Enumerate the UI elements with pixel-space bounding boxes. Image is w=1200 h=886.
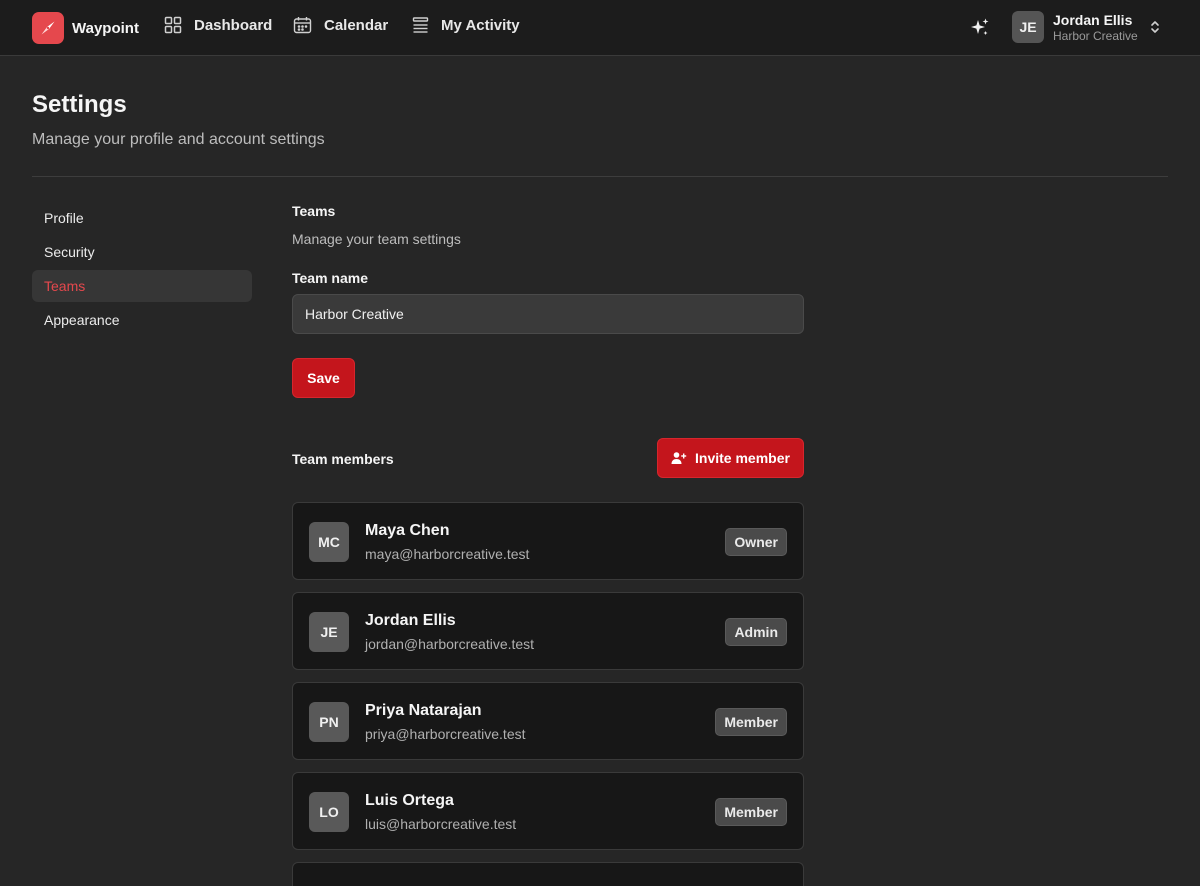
calendar-icon: [293, 17, 312, 34]
team-name-input[interactable]: [292, 294, 804, 334]
member-name: Priya Natarajan: [365, 702, 482, 719]
member-email: luis@harborcreative.test: [365, 816, 517, 832]
member-card: [292, 862, 804, 886]
avatar: JE: [309, 612, 349, 652]
list-icon: [412, 17, 429, 33]
invite-member-label: Invite member: [695, 450, 790, 466]
compass-logo-icon: [32, 12, 64, 44]
member-card: LO Luis Ortega luis@harborcreative.test …: [292, 772, 804, 850]
nav-dashboard[interactable]: Dashboard: [164, 16, 272, 34]
grid-icon: [164, 16, 182, 34]
invite-member-button[interactable]: Invite member: [657, 438, 804, 478]
member-email: jordan@harborcreative.test: [365, 636, 535, 652]
page-title: Settings: [32, 91, 127, 118]
user-plus-icon: [671, 452, 687, 464]
user-menu[interactable]: JE Jordan Ellis Harbor Creative: [1012, 11, 1160, 43]
brand-name: Waypoint: [72, 19, 139, 37]
member-email: maya@harborcreative.test: [365, 546, 530, 562]
role-badge: Owner: [725, 528, 787, 556]
user-name: Jordan Ellis: [1053, 11, 1133, 28]
header-divider: [32, 176, 1168, 177]
avatar: PN: [309, 702, 349, 742]
member-email: priya@harborcreative.test: [365, 726, 526, 742]
role-badge: Member: [715, 798, 787, 826]
team-members-title: Team members: [292, 451, 394, 467]
top-nav-bar: Waypoint Dashboard Calendar My Activity: [0, 0, 1200, 56]
role-badge: Admin: [725, 618, 787, 646]
member-card: MC Maya Chen maya@harborcreative.test Ow…: [292, 502, 804, 580]
sidebar-item-appearance[interactable]: Appearance: [32, 304, 252, 336]
nav-calendar-label: Calendar: [324, 16, 389, 34]
avatar: JE: [1012, 11, 1044, 43]
avatar: LO: [309, 792, 349, 832]
sidebar-item-security[interactable]: Security: [32, 236, 252, 268]
nav-dashboard-label: Dashboard: [194, 16, 273, 34]
member-name: Jordan Ellis: [365, 612, 456, 629]
member-card: PN Priya Natarajan priya@harborcreative.…: [292, 682, 804, 760]
sparkle-icon[interactable]: [969, 17, 991, 44]
team-name-label: Team name: [292, 270, 368, 286]
member-card: JE Jordan Ellis jordan@harborcreative.te…: [292, 592, 804, 670]
sidebar-item-profile[interactable]: Profile: [32, 202, 252, 234]
sidebar-item-teams[interactable]: Teams: [32, 270, 252, 302]
nav-my-activity-label: My Activity: [441, 16, 520, 34]
chevron-up-down-icon: [1150, 21, 1159, 33]
page-subtitle: Manage your profile and account settings: [32, 131, 325, 148]
save-button[interactable]: Save: [292, 358, 355, 398]
nav-my-activity[interactable]: My Activity: [412, 16, 520, 34]
member-name: Maya Chen: [365, 522, 450, 539]
section-description: Manage your team settings: [292, 231, 461, 247]
nav-calendar[interactable]: Calendar: [293, 16, 388, 34]
section-title: Teams: [292, 203, 336, 219]
member-name: Luis Ortega: [365, 792, 454, 809]
user-org: Harbor Creative: [1053, 28, 1138, 43]
role-badge: Member: [715, 708, 787, 736]
avatar: MC: [309, 522, 349, 562]
brand-home-link[interactable]: Waypoint: [32, 12, 139, 44]
